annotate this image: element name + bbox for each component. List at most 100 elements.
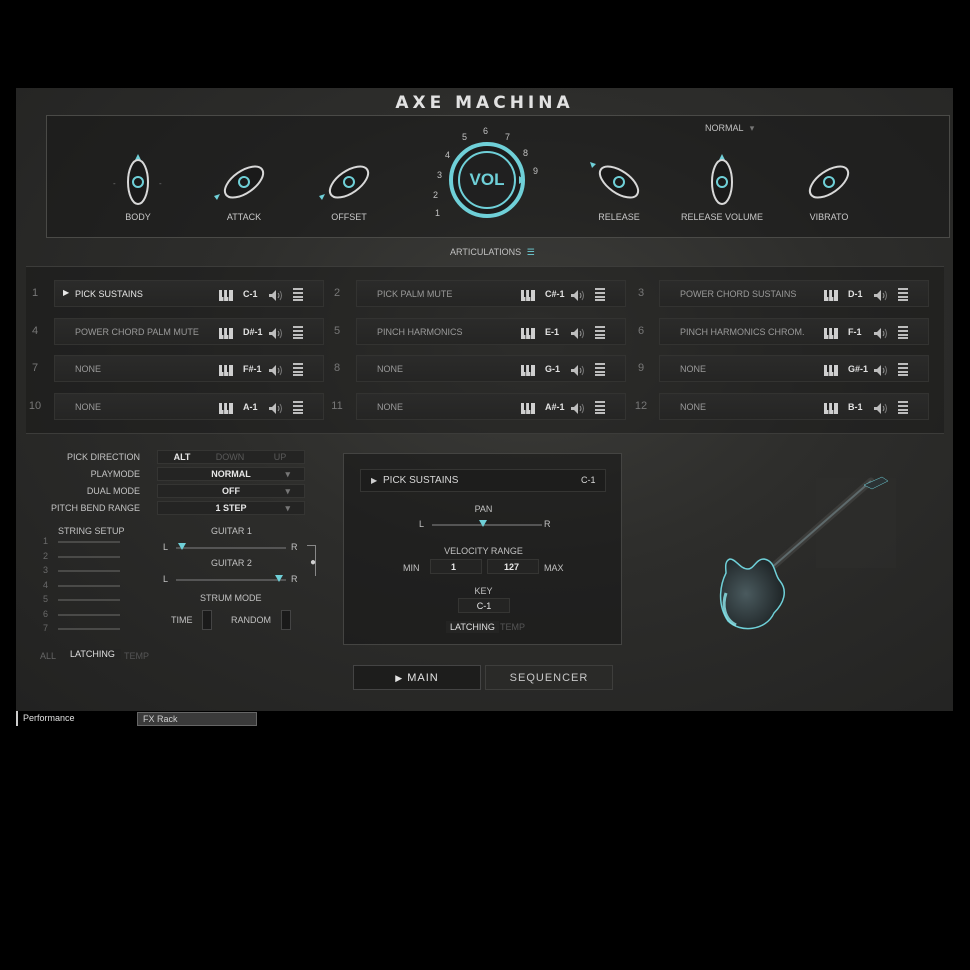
articulation-name: POWER CHORD SUSTAINS <box>680 289 797 299</box>
keyboard-icon[interactable] <box>521 326 535 344</box>
articulation-slot[interactable]: PICK PALM MUTE C#-1 <box>356 280 626 307</box>
tab-fx-rack[interactable]: FX Rack <box>137 712 257 726</box>
lock-icon[interactable]: ● <box>310 557 316 568</box>
articulation-slot[interactable]: NONE F#-1 <box>54 355 324 382</box>
string-latching-button[interactable]: LATCHING <box>64 649 121 659</box>
articulation-detail-panel: ▶ PICK SUSTAINS C-1 PAN L R VELOCITY RAN… <box>343 453 622 645</box>
keyboard-icon[interactable] <box>219 326 233 344</box>
fader-menu-icon[interactable] <box>898 401 908 419</box>
articulation-slot[interactable]: PINCH HARMONICS CHROM. F-1 <box>659 318 929 345</box>
fader-menu-icon[interactable] <box>898 363 908 381</box>
keyboard-icon[interactable] <box>824 363 838 381</box>
pan-slider[interactable] <box>432 524 542 526</box>
speaker-icon[interactable] <box>571 401 587 419</box>
dual-mode-dropdown[interactable]: OFF ▾ <box>157 484 305 498</box>
fader-menu-icon[interactable] <box>293 288 303 306</box>
pick-alt-option[interactable]: ALT <box>160 452 204 462</box>
fader-menu-icon[interactable] <box>293 363 303 381</box>
guitar1-pan-thumb[interactable] <box>178 543 186 550</box>
fader-menu-icon[interactable] <box>595 288 605 306</box>
keyboard-icon[interactable] <box>219 401 233 419</box>
speaker-icon[interactable] <box>874 401 890 419</box>
string-slider[interactable] <box>58 613 120 616</box>
guitar1-right: R <box>291 542 298 552</box>
string-slider[interactable] <box>58 555 120 558</box>
detail-temp-button[interactable]: TEMP <box>500 622 525 632</box>
release-volume-knob[interactable]: RELEASE VOLUME <box>667 146 777 226</box>
string-slider[interactable] <box>58 628 120 630</box>
strum-time-fader[interactable] <box>202 610 212 630</box>
fader-menu-icon[interactable] <box>595 401 605 419</box>
guitar2-pan-slider[interactable] <box>176 579 286 581</box>
keyboard-icon[interactable] <box>824 288 838 306</box>
string-slider[interactable] <box>58 570 120 572</box>
guitar1-pan-slider[interactable] <box>176 547 286 549</box>
volume-knob[interactable]: VOL 1 2 3 4 5 6 7 8 9 <box>427 120 547 230</box>
articulations-header[interactable]: ARTICULATIONS ☰ <box>450 247 535 258</box>
string-temp-button[interactable]: TEMP <box>124 651 149 661</box>
fader-menu-icon[interactable] <box>595 326 605 344</box>
speaker-icon[interactable] <box>874 288 890 306</box>
articulation-slot[interactable]: NONE B-1 <box>659 393 929 420</box>
strum-random-fader[interactable] <box>281 610 291 630</box>
articulation-slot[interactable]: POWER CHORD SUSTAINS D-1 <box>659 280 929 307</box>
velocity-min-field[interactable]: 1 <box>430 559 482 574</box>
tab-performance[interactable]: Performance <box>23 713 75 723</box>
keyboard-icon[interactable] <box>824 326 838 344</box>
articulation-slot[interactable]: NONE G#-1 <box>659 355 929 382</box>
string-slider[interactable] <box>58 599 120 601</box>
speaker-icon[interactable] <box>571 326 587 344</box>
detail-articulation-note: C-1 <box>581 475 596 485</box>
speaker-icon[interactable] <box>874 363 890 381</box>
vibrato-label: VIBRATO <box>809 212 849 222</box>
string-all-button[interactable]: ALL <box>40 651 56 661</box>
keyboard-icon[interactable] <box>521 288 535 306</box>
keyboard-icon[interactable] <box>219 363 233 381</box>
fader-menu-icon[interactable] <box>595 363 605 381</box>
articulation-slot[interactable]: NONE A-1 <box>54 393 324 420</box>
key-field[interactable]: C-1 <box>458 598 510 613</box>
keyboard-icon[interactable] <box>521 401 535 419</box>
articulation-number: 2 <box>333 287 341 299</box>
articulation-note: C-1 <box>243 289 258 299</box>
speaker-icon[interactable] <box>269 326 285 344</box>
pitch-bend-dropdown[interactable]: 1 STEP ▾ <box>157 501 305 515</box>
offset-knob[interactable]: OFFSET <box>294 146 404 226</box>
speaker-icon[interactable] <box>269 401 285 419</box>
tab-main[interactable]: ▶ MAIN <box>353 665 481 690</box>
body-knob[interactable]: -- BODY <box>83 146 193 226</box>
speaker-icon[interactable] <box>571 288 587 306</box>
articulation-slot[interactable]: POWER CHORD PALM MUTE D#-1 <box>54 318 324 345</box>
speaker-icon[interactable] <box>874 326 890 344</box>
playmode-dropdown[interactable]: NORMAL ▾ <box>157 467 305 481</box>
release-knob[interactable]: RELEASE <box>564 146 674 226</box>
string-slider[interactable] <box>58 584 120 587</box>
tab-sequencer[interactable]: SEQUENCER <box>485 665 613 690</box>
detail-articulation-selector[interactable]: ▶ PICK SUSTAINS C-1 <box>360 469 606 492</box>
vibrato-knob[interactable]: VIBRATO <box>774 146 884 226</box>
keyboard-icon[interactable] <box>824 401 838 419</box>
attack-knob[interactable]: ATTACK <box>189 146 299 226</box>
speaker-icon[interactable] <box>269 288 285 306</box>
keyboard-icon[interactable] <box>219 288 233 306</box>
articulation-slot[interactable]: NONE G-1 <box>356 355 626 382</box>
speaker-icon[interactable] <box>571 363 587 381</box>
fader-menu-icon[interactable] <box>293 401 303 419</box>
velocity-max-field[interactable]: 127 <box>487 559 539 574</box>
fader-menu-icon[interactable] <box>293 326 303 344</box>
speaker-icon[interactable] <box>269 363 285 381</box>
fader-menu-icon[interactable] <box>898 326 908 344</box>
guitar2-pan-thumb[interactable] <box>275 575 283 582</box>
articulation-slot[interactable]: ▶ PICK SUSTAINS C-1 <box>54 280 324 307</box>
pan-thumb[interactable] <box>479 520 487 527</box>
pick-up-option[interactable]: UP <box>258 452 302 462</box>
articulation-slot[interactable]: PINCH HARMONICS E-1 <box>356 318 626 345</box>
mode-select[interactable]: NORMAL ▾ <box>705 123 754 134</box>
fader-menu-icon[interactable] <box>898 288 908 306</box>
pan-label: PAN <box>474 504 493 514</box>
detail-latching-button[interactable]: LATCHING <box>446 621 499 633</box>
pick-down-option[interactable]: DOWN <box>208 452 252 462</box>
articulation-slot[interactable]: NONE A#-1 <box>356 393 626 420</box>
keyboard-icon[interactable] <box>521 363 535 381</box>
string-slider[interactable] <box>58 541 120 543</box>
